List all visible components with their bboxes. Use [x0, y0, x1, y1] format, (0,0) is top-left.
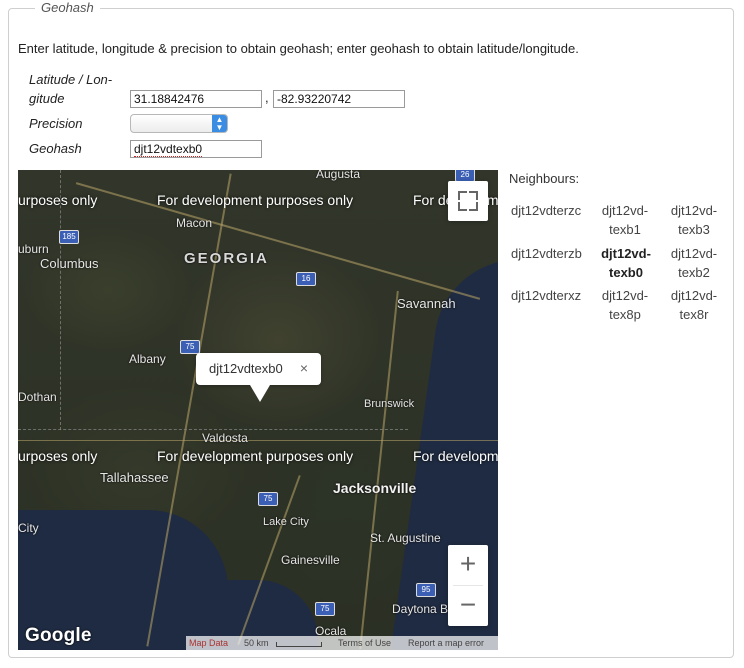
neighbour-cell-line: tex8r: [679, 307, 709, 322]
geohash-fieldset: Geohash Enter latitude, longitude & prec…: [8, 0, 734, 658]
city-label: Jacksonville: [333, 480, 417, 496]
fullscreen-icon: [458, 191, 467, 200]
map[interactable]: Augusta Macon uburn Columbus GEORGIA Sav…: [18, 170, 498, 650]
city-label: Tallahassee: [100, 470, 169, 485]
latitude-input[interactable]: 31.18842476: [130, 90, 262, 108]
neighbour-cell-line: texb2: [678, 265, 710, 280]
zoom-in-button[interactable]: +: [448, 545, 488, 585]
highway-shield: 95: [416, 583, 436, 597]
neighbour-cell: djt12vdterzb: [511, 246, 582, 261]
fieldset-legend: Geohash: [35, 0, 100, 15]
state-border: [60, 170, 62, 430]
city-label: Gainesville: [281, 553, 340, 567]
neighbour-cell: djt12vdterzc: [511, 203, 582, 218]
neighbour-cell-line: djt12vd-: [601, 288, 649, 303]
neighbours-title: Neighbours:: [509, 171, 580, 186]
map-attribution: Map Data 50 km Terms of Use Report a map…: [186, 636, 498, 650]
city-label: Savannah: [397, 296, 456, 311]
dev-watermark: For developm: [413, 448, 498, 464]
neighbour-cell-line: djt12vd-: [670, 203, 718, 218]
neighbour-cell-line: djt12vd-: [601, 203, 649, 218]
zoom-out-button[interactable]: −: [448, 586, 488, 626]
neighbour-cell-line: texb0: [609, 265, 643, 280]
highway-shield: 185: [59, 230, 79, 244]
geohash-input-text: djt12vdtexb0: [134, 142, 203, 157]
geohash-input[interactable]: djt12vdtexb0: [130, 140, 262, 158]
city-label: Lake City: [263, 516, 309, 528]
scale-bar: [276, 642, 322, 647]
neighbour-cell: djt12vd- tex8r: [666, 286, 722, 324]
precision-select[interactable]: ▲ ▼: [130, 114, 228, 133]
state-label: GEORGIA: [184, 250, 269, 267]
latlon-label-line1: Latitude / Lon-: [29, 72, 113, 87]
select-arrows-icon: ▲ ▼: [212, 115, 227, 132]
city-label: City: [18, 521, 39, 535]
latlon-separator: ,: [265, 90, 269, 105]
dev-watermark: urposes only: [18, 192, 98, 208]
map-infowindow: djt12vdtexb0 ×: [196, 353, 321, 402]
dev-watermark: For development purposes only: [157, 192, 354, 208]
dev-watermark: For development purposes only: [157, 448, 354, 464]
highway-shield: 75: [258, 492, 278, 506]
highway-shield: 75: [180, 340, 200, 354]
dev-watermark: urposes only: [18, 448, 98, 464]
city-label: Macon: [176, 216, 213, 230]
highway-shield: 16: [296, 272, 316, 286]
terms-link[interactable]: Terms of Use: [338, 636, 391, 650]
city-label: Augusta: [316, 170, 361, 181]
city-label: uburn: [18, 242, 49, 256]
city-label: Albany: [129, 352, 166, 366]
neighbour-cell-current: djt12vd- texb0: [597, 244, 655, 282]
geohash-label: Geohash: [29, 141, 82, 156]
neighbour-cell: djt12vd- tex8p: [597, 286, 653, 324]
latlon-label-line2: gitude: [29, 91, 65, 106]
neighbour-cell-line: djt12vd-: [670, 246, 718, 261]
neighbour-cell-line: texb1: [609, 222, 641, 237]
precision-label: Precision: [29, 116, 83, 131]
neighbour-cell-line: djt12vd-: [601, 246, 651, 261]
map-data-link[interactable]: Map Data: [189, 636, 228, 650]
close-icon[interactable]: ×: [300, 360, 308, 376]
report-error-link[interactable]: Report a map error: [408, 636, 484, 650]
scale-label: 50 km: [244, 638, 269, 648]
city-label: St. Augustine: [370, 531, 441, 545]
latlon-label: Latitude / Lon- gitude: [29, 70, 112, 108]
city-label: Columbus: [40, 256, 99, 271]
longitude-input[interactable]: -82.93220742: [273, 90, 405, 108]
fullscreen-icon: [458, 202, 467, 211]
neighbour-cell-line: texb3: [678, 222, 710, 237]
city-label: Dothan: [18, 390, 57, 404]
fullscreen-icon: [469, 191, 478, 200]
neighbour-cell-line: tex8p: [609, 307, 641, 322]
neighbour-cell: djt12vd- texb2: [666, 244, 722, 282]
city-label: Brunswick: [364, 398, 415, 410]
infowindow-text: djt12vdtexb0: [209, 361, 283, 376]
state-border: [18, 429, 408, 430]
zoom-control: + −: [448, 545, 488, 626]
road: [359, 290, 399, 650]
neighbour-cell-line: djt12vd-: [670, 288, 718, 303]
highway-shield: 75: [315, 602, 335, 616]
fullscreen-icon: [469, 202, 478, 211]
fullscreen-button[interactable]: [448, 181, 488, 221]
neighbour-cell: djt12vdterxz: [511, 288, 582, 303]
city-label: Valdosta: [202, 431, 248, 445]
google-logo: Google: [25, 625, 92, 646]
infowindow-tail: [250, 385, 270, 402]
neighbour-cell: djt12vd- texb3: [666, 201, 722, 239]
neighbour-cell: djt12vd- texb1: [597, 201, 653, 239]
road: [18, 440, 498, 441]
intro-text: Enter latitude, longitude & precision to…: [18, 41, 579, 56]
